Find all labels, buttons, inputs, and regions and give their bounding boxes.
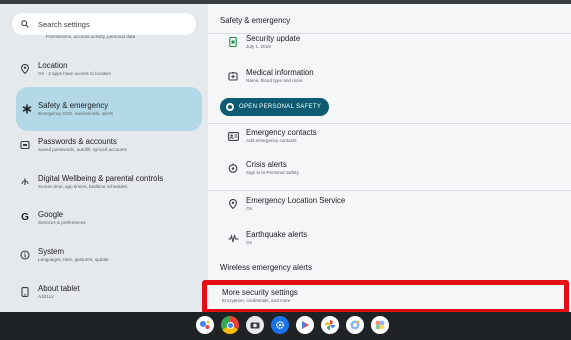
security-update-item[interactable]: Security update July 1, 2018: [220, 34, 560, 50]
sidebar-item-location[interactable]: Location On - 3 apps have access to loca…: [12, 61, 202, 77]
button-label: OPEN PERSONAL SAFETY: [239, 104, 322, 110]
sidebar-item-passwords-accounts[interactable]: Passwords & accounts Saved passwords, au…: [12, 137, 202, 153]
files-app-icon[interactable]: [346, 316, 364, 334]
item-title: Medical information: [246, 68, 314, 77]
camera-app-icon[interactable]: [246, 316, 264, 334]
settings-sidebar: Search settings Permissions, account act…: [0, 4, 208, 312]
wellbeing-icon: [12, 177, 38, 187]
settings-screen: Search settings Permissions, account act…: [0, 0, 571, 340]
assistant-app-icon[interactable]: [196, 316, 214, 334]
wireless-emergency-alerts-item[interactable]: Wireless emergency alerts: [220, 263, 312, 272]
settings-app-icon[interactable]: [271, 316, 289, 334]
section-divider: [208, 190, 571, 191]
sidebar-item-subtitle: Screen time, app timers, bedtime schedul…: [38, 183, 128, 189]
sidebar-item-label: Google: [38, 210, 64, 219]
sidebar-item-google[interactable]: G Google Services & preferences: [12, 210, 202, 226]
emergency-location-service-item[interactable]: Emergency Location Service On: [220, 196, 560, 212]
item-title: Earthquake alerts: [246, 230, 308, 239]
item-title: Crisis alerts: [246, 160, 287, 169]
sidebar-item-subtitle: Services & preferences: [38, 219, 86, 225]
item-title: Security update: [246, 34, 301, 43]
sidebar-item-digital-wellbeing[interactable]: Digital Wellbeing & parental controls Sc…: [12, 174, 202, 190]
personal-safety-icon: [226, 103, 234, 111]
tablet-icon: [12, 286, 38, 297]
item-subtitle: On: [246, 240, 253, 245]
page-title: Safety & emergency: [220, 16, 291, 25]
settings-detail-pane: Safety & emergency Security update July …: [208, 4, 571, 312]
security-update-icon: [220, 37, 246, 47]
item-subtitle: Add emergency contacts: [246, 138, 297, 143]
sidebar-item-label: Passwords & accounts: [38, 137, 117, 146]
sidebar-item-about-tablet[interactable]: About tablet A301LV: [12, 284, 202, 300]
passwords-icon: [12, 140, 38, 150]
sidebar-item-label: Location: [38, 61, 68, 70]
item-subtitle: Sign in to Personal Safety: [246, 170, 299, 175]
sidebar-item-subtitle: A301LV: [38, 293, 55, 299]
highlight-box: [202, 280, 569, 314]
search-placeholder: Search settings: [38, 19, 90, 29]
item-subtitle: Name, blood type and more: [246, 78, 303, 83]
location-pin-icon: [12, 63, 38, 74]
medical-information-item[interactable]: Medical information Name, blood type and…: [220, 68, 560, 84]
info-icon: [12, 250, 38, 260]
crisis-alerts-icon: [220, 163, 246, 173]
emergency-contacts-item[interactable]: Emergency contacts Add emergency contact…: [220, 128, 560, 144]
play-app-icon[interactable]: [296, 316, 314, 334]
chrome-app-icon[interactable]: [221, 316, 239, 334]
location-pin-icon: [220, 199, 246, 209]
earthquake-icon: [220, 233, 246, 243]
item-subtitle: On: [246, 206, 253, 211]
google-icon: G: [21, 212, 29, 224]
game-app-icon[interactable]: [371, 316, 389, 334]
crisis-alerts-item[interactable]: Crisis alerts Sign in to Personal Safety: [220, 160, 560, 176]
item-subtitle: July 1, 2018: [246, 44, 271, 49]
sidebar-item-subtitle: Saved passwords, autofill, synced accoun…: [38, 146, 127, 152]
sidebar-item-subtitle: Languages, time, gestures, update: [38, 256, 109, 262]
open-personal-safety-button[interactable]: OPEN PERSONAL SAFETY: [220, 98, 330, 116]
sidebar-item-system[interactable]: System Languages, time, gestures, update: [12, 247, 202, 263]
sidebar-item-subtitle: Emergency SOS, medical info, alerts: [38, 110, 114, 116]
medical-info-icon: [220, 71, 246, 81]
search-input[interactable]: Search settings: [12, 13, 196, 35]
sidebar-item-label: Digital Wellbeing & parental controls: [38, 174, 164, 183]
section-divider: [208, 123, 571, 124]
item-title: Emergency contacts: [246, 128, 317, 137]
dock-apps: [196, 316, 389, 334]
sidebar-item-label: Safety & emergency: [38, 101, 109, 111]
sidebar-item-label: System: [38, 247, 64, 256]
sidebar-item-safety-emergency[interactable]: Safety & emergency Emergency SOS, medica…: [16, 87, 202, 131]
search-icon: [12, 20, 38, 28]
item-title: Emergency Location Service: [246, 196, 346, 205]
earthquake-alerts-item[interactable]: Earthquake alerts On: [220, 230, 560, 246]
cutoff-subtitle: Permissions, account activity, personal …: [46, 34, 136, 39]
taskbar: [0, 312, 571, 340]
sidebar-item-label: About tablet: [38, 284, 80, 293]
sidebar-item-subtitle: On - 3 apps have access to location: [38, 70, 112, 76]
contacts-icon: [220, 131, 246, 141]
asterisk-icon: [16, 104, 38, 114]
photos-app-icon[interactable]: [321, 316, 339, 334]
